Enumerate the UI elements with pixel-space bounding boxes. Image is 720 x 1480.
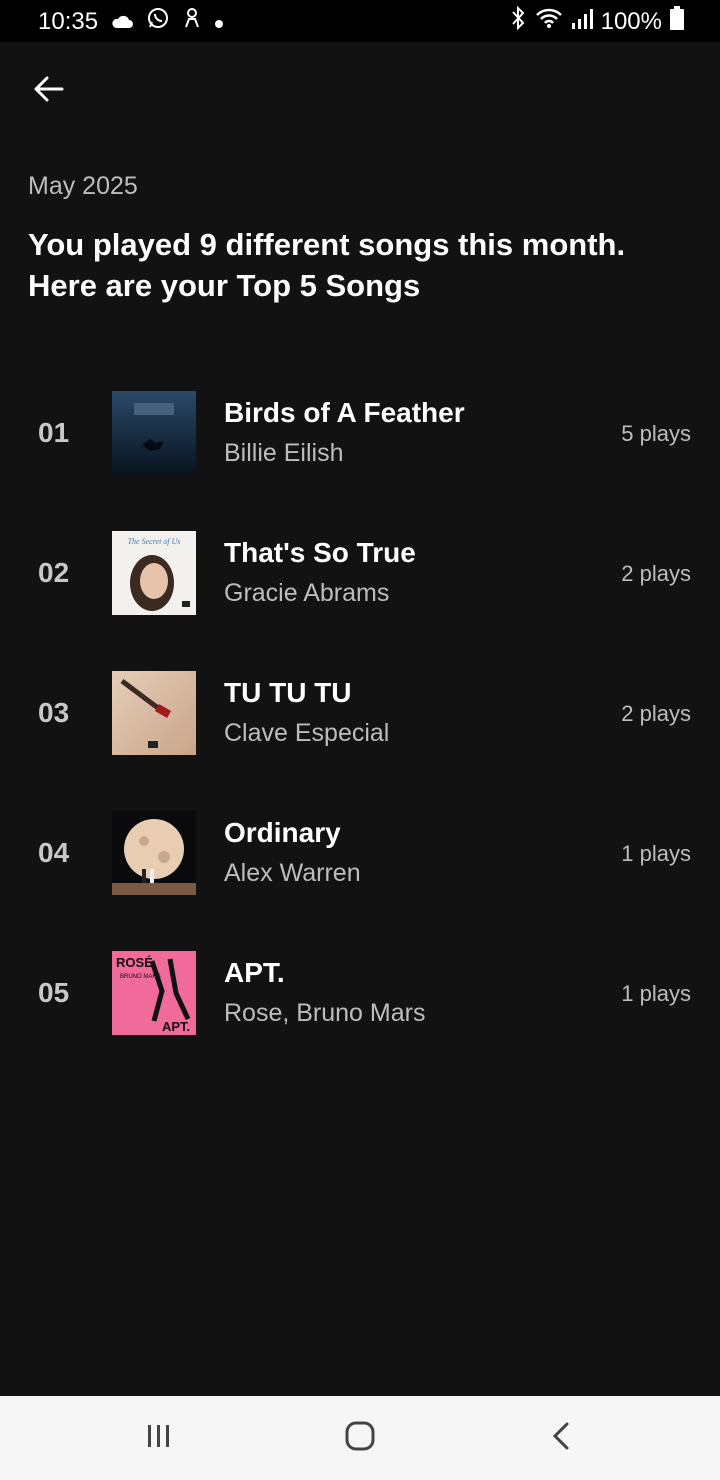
status-bar: 10:35 100%: [0, 0, 720, 42]
album-art: The Secret of Us: [112, 531, 196, 615]
song-title: Ordinary: [224, 817, 341, 848]
song-rank: 02: [38, 557, 70, 588]
song-rank: 04: [38, 837, 70, 868]
nav-back-button[interactable]: [531, 1416, 591, 1460]
signal-icon: [571, 8, 593, 36]
album-art: ROSÉ BRUNO MARS APT.: [112, 951, 196, 1035]
album-art: [112, 391, 196, 475]
bluetooth-icon: [509, 5, 527, 37]
song-artist: Billie Eilish: [224, 439, 344, 467]
song-rank: 01: [38, 417, 70, 448]
wifi-icon: [535, 7, 563, 36]
song-artist: Rose, Bruno Mars: [224, 999, 426, 1027]
headline-line-1: You played 9 different songs this month.: [28, 227, 626, 262]
song-artist: Clave Especial: [224, 719, 390, 747]
app-notification-icon: [182, 7, 202, 36]
album-art: [112, 811, 196, 895]
home-icon: [345, 1421, 375, 1456]
clock: 10:35: [38, 7, 99, 35]
song-row[interactable]: 01 Birds of A Feather Billie Eilish 5 pl…: [0, 391, 720, 531]
play-count: 1 plays: [621, 841, 691, 866]
battery-icon: [670, 6, 684, 37]
song-title: Birds of A Feather: [224, 397, 465, 428]
status-bar-left: 10:35: [38, 6, 224, 37]
battery-percent: 100%: [600, 7, 662, 35]
status-bar-right: 100%: [509, 5, 684, 37]
song-artist: Gracie Abrams: [224, 579, 390, 607]
album-art: [112, 671, 196, 755]
play-count: 5 plays: [621, 421, 691, 446]
song-artist: Alex Warren: [224, 859, 361, 887]
system-nav-bar: [0, 1396, 720, 1480]
song-row[interactable]: 03 TU TU TU Clave Especial 2 plays: [0, 671, 720, 811]
top-songs-list: 01 Birds of A Feather Billie Eilish 5 pl…: [0, 391, 720, 1091]
back-button[interactable]: [24, 66, 74, 116]
song-title: That's So True: [224, 537, 416, 568]
month-label: May 2025: [28, 172, 138, 200]
dot-icon: [214, 8, 224, 36]
song-row[interactable]: 04 Ordinary Alex Warren 1 plays: [0, 811, 720, 951]
song-title: APT.: [224, 957, 285, 988]
song-rank: 03: [38, 697, 70, 728]
album-art-text: The Secret of Us: [128, 537, 181, 546]
page-title: You played 9 different songs this month.…: [28, 224, 708, 306]
play-count: 2 plays: [621, 561, 691, 586]
home-button[interactable]: [330, 1416, 390, 1460]
back-chevron-icon: [552, 1422, 570, 1455]
song-row[interactable]: 02 The Secret of Us That's So True Graci…: [0, 531, 720, 671]
recent-apps-button[interactable]: [129, 1416, 189, 1460]
album-art-text: APT.: [162, 1019, 190, 1034]
arrow-left-icon: [34, 76, 64, 107]
whatsapp-icon: [146, 6, 170, 37]
song-title: TU TU TU: [224, 677, 352, 708]
play-count: 1 plays: [621, 981, 691, 1006]
recent-apps-icon: [145, 1424, 173, 1453]
play-count: 2 plays: [621, 701, 691, 726]
album-art-text: ROSÉ: [116, 955, 153, 970]
song-rank: 05: [38, 977, 70, 1008]
cloud-icon: [110, 8, 134, 36]
song-row[interactable]: 05 ROSÉ BRUNO MARS APT. APT. Rose, Bruno…: [0, 951, 720, 1091]
headline-line-2: Here are your Top 5 Songs: [28, 268, 421, 303]
